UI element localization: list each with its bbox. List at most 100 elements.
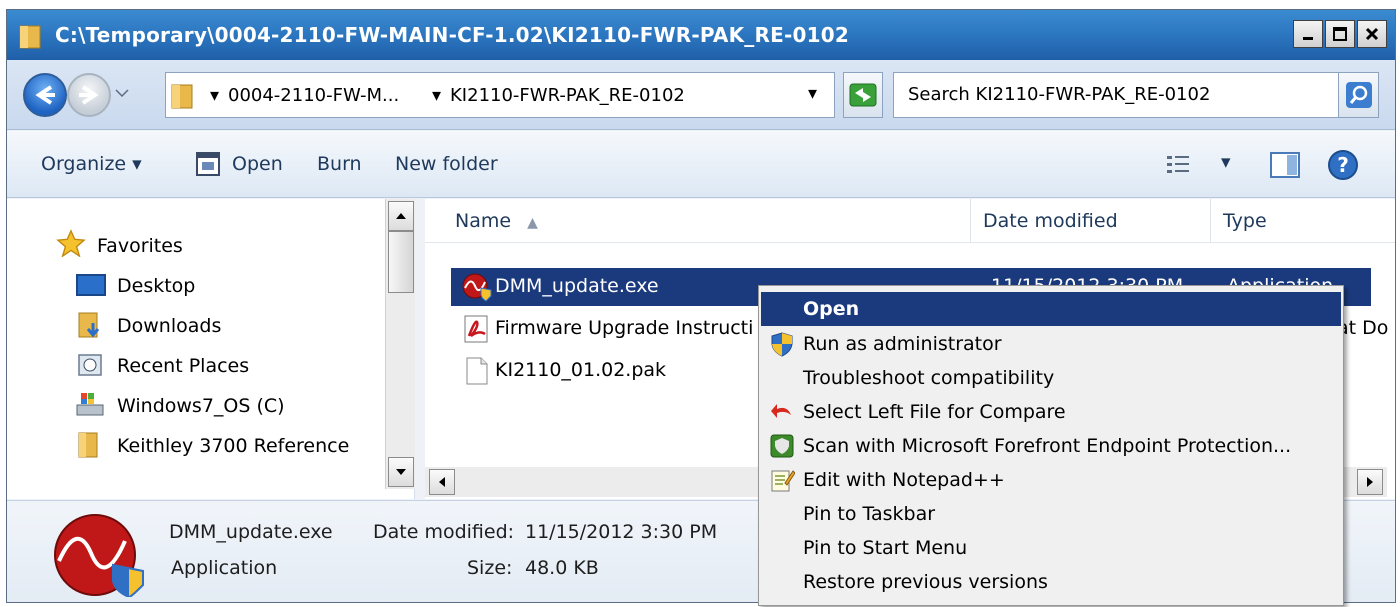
scroll-thumb[interactable] (388, 231, 414, 293)
desktop-icon (76, 274, 106, 296)
nav-item-keithley-3700[interactable]: Keithley 3700 Reference (117, 435, 349, 457)
details-date-label: Date modified: (373, 521, 515, 543)
help-icon[interactable]: ? (1327, 149, 1359, 181)
refresh-button[interactable] (843, 72, 883, 118)
scroll-up-button[interactable] (388, 201, 414, 231)
file-icon (466, 357, 488, 385)
open-icon (196, 152, 220, 176)
sort-ascending-icon: ▲ (527, 215, 538, 231)
menu-item-troubleshoot-compatibility[interactable]: Troubleshoot compatibility (761, 361, 1341, 395)
search-button[interactable] (1338, 73, 1378, 117)
svg-text:?: ? (1337, 153, 1349, 177)
arrow-left-icon (439, 477, 445, 487)
recent-pages-chevron-icon[interactable] (115, 88, 129, 98)
scroll-down-button[interactable] (388, 457, 414, 487)
column-headers: Name ▲ Date modified Type (425, 199, 1395, 243)
pdf-icon (464, 315, 488, 343)
new-folder-button[interactable]: New folder (395, 153, 498, 175)
minimize-icon (1303, 37, 1313, 40)
details-date-value: 11/15/2012 3:30 PM (525, 521, 718, 543)
title-bar[interactable]: C:\Temporary\0004-2110-FW-MAIN-CF-1.02\K… (7, 10, 1395, 60)
arrow-down-icon (396, 469, 406, 475)
address-row: ▾ 0004-2110-FW-M... ▾ KI2110-FWR-PAK_RE-… (7, 60, 1395, 130)
compare-icon (771, 404, 791, 418)
menu-item-run-as-administrator[interactable]: Run as administrator (761, 327, 1341, 361)
arrow-up-icon (396, 213, 406, 219)
folder-icon (171, 84, 193, 109)
notepad-icon (771, 470, 795, 492)
star-icon (56, 229, 86, 257)
menu-item-pin-to-start-menu[interactable]: Pin to Start Menu (761, 531, 1341, 565)
drive-icon (76, 393, 104, 416)
menu-item-label: Pin to Start Menu (803, 537, 968, 559)
navigation-pane: Favorites Desktop Downloads Recent Place… (7, 199, 415, 499)
forefront-icon (770, 434, 794, 458)
forward-arrow-icon (79, 85, 99, 105)
downloads-icon (78, 312, 100, 338)
breadcrumb-chevron-icon[interactable]: ▾ (210, 85, 219, 106)
maximize-icon (1333, 27, 1347, 41)
file-name: DMM_update.exe (495, 275, 659, 297)
command-bar: Organize ▾ Open Burn New folder ▾ ? (7, 131, 1395, 198)
nav-item-recent-places[interactable]: Recent Places (117, 355, 249, 377)
breadcrumb-item-current[interactable]: KI2110-FWR-PAK_RE-0102 (450, 85, 685, 106)
column-header-type[interactable]: Type (1211, 199, 1395, 243)
menu-item-label: Run as administrator (803, 333, 1002, 355)
close-icon (1365, 27, 1379, 41)
open-button[interactable]: Open (232, 153, 283, 175)
exe-icon (462, 273, 492, 302)
details-size-label: Size: (467, 557, 513, 579)
menu-item-label: Restore previous versions (803, 571, 1048, 593)
menu-item-restore-previous-versions[interactable]: Restore previous versions (761, 565, 1341, 599)
refresh-icon (849, 83, 877, 107)
menu-item-select-left-file-compare[interactable]: Select Left File for Compare (761, 395, 1341, 429)
file-type: at Do (1337, 317, 1389, 339)
scroll-left-button[interactable] (429, 469, 455, 495)
scroll-right-button[interactable] (1357, 469, 1383, 495)
menu-item-label: Scan with Microsoft Forefront Endpoint P… (803, 435, 1292, 457)
file-name: KI2110_01.02.pak (495, 359, 667, 381)
nav-item-downloads[interactable]: Downloads (117, 315, 221, 337)
caption-buttons (1291, 20, 1387, 50)
view-dropdown-chevron-icon[interactable]: ▾ (1221, 151, 1231, 173)
details-filename: DMM_update.exe (169, 521, 333, 543)
nav-favorites[interactable]: Favorites (97, 235, 183, 257)
column-header-name[interactable]: Name ▲ (425, 199, 971, 243)
context-menu: Open Run as administrator Troubleshoot c… (758, 285, 1344, 606)
minimize-button[interactable] (1293, 20, 1323, 48)
forward-button[interactable] (67, 73, 111, 117)
column-header-date-modified[interactable]: Date modified (971, 199, 1211, 243)
search-placeholder: Search KI2110-FWR-PAK_RE-0102 (908, 84, 1211, 105)
organize-button[interactable]: Organize ▾ (41, 153, 142, 175)
address-history-dropdown-icon[interactable]: ▾ (808, 83, 817, 104)
nav-item-desktop[interactable]: Desktop (117, 275, 195, 297)
menu-item-label: Select Left File for Compare (803, 401, 1066, 423)
nav-item-windows7-os[interactable]: Windows7_OS (C) (117, 395, 285, 417)
breadcrumb-chevron-icon[interactable]: ▾ (432, 85, 441, 106)
search-input[interactable]: Search KI2110-FWR-PAK_RE-0102 (893, 72, 1379, 118)
menu-item-edit-notepad[interactable]: Edit with Notepad++ (761, 463, 1341, 497)
menu-item-open[interactable]: Open (761, 292, 1341, 326)
organize-label: Organize (41, 153, 127, 175)
burn-button[interactable]: Burn (317, 153, 362, 175)
menu-item-label: Open (803, 298, 860, 320)
back-button[interactable] (23, 73, 67, 117)
view-options-icon[interactable] (1165, 153, 1191, 177)
close-button[interactable] (1357, 20, 1387, 48)
recent-places-icon (78, 354, 102, 376)
nav-vertical-scrollbar[interactable] (385, 199, 415, 489)
preview-pane-icon[interactable] (1269, 151, 1301, 179)
address-bar[interactable]: ▾ 0004-2110-FW-M... ▾ KI2110-FWR-PAK_RE-… (165, 72, 835, 118)
file-name: Firmware Upgrade Instructi (495, 317, 754, 339)
menu-item-scan-forefront[interactable]: Scan with Microsoft Forefront Endpoint P… (761, 429, 1341, 463)
details-type: Application (171, 557, 278, 579)
exe-icon (54, 514, 144, 597)
folder-icon (78, 432, 98, 458)
maximize-button[interactable] (1325, 20, 1355, 48)
menu-item-pin-to-taskbar[interactable]: Pin to Taskbar (761, 497, 1341, 531)
breadcrumb-item-parent[interactable]: 0004-2110-FW-M... (228, 85, 399, 106)
details-size-value: 48.0 KB (525, 557, 599, 579)
column-name-label: Name (455, 210, 512, 232)
arrow-right-icon (1367, 477, 1373, 487)
shield-icon (771, 332, 793, 357)
